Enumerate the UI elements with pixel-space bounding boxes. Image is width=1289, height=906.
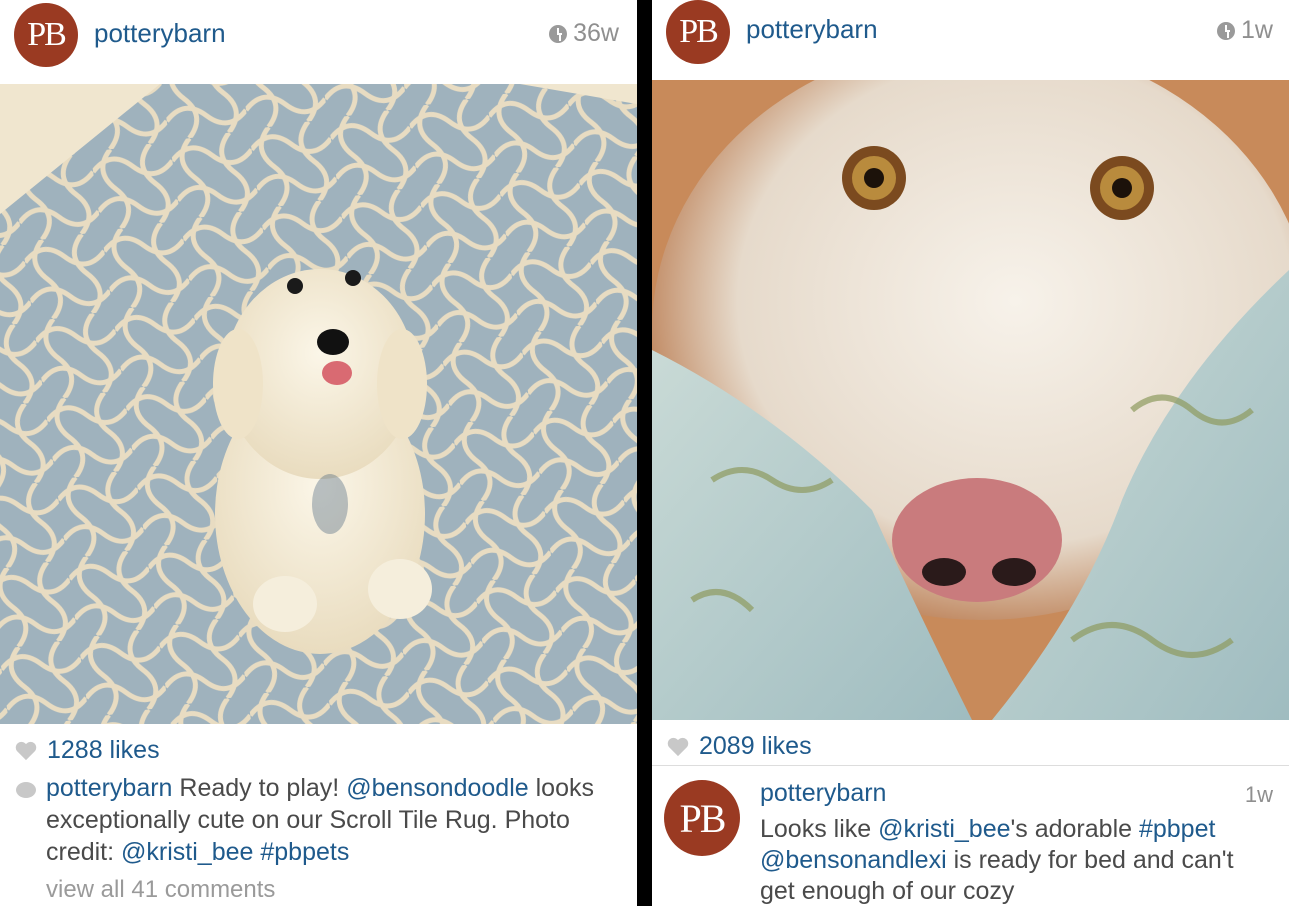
mention-link[interactable]: @kristi_bee	[878, 815, 1010, 843]
post-timestamp: 1w	[1217, 16, 1273, 45]
caption-username[interactable]: potterybarn	[46, 774, 172, 802]
post-2: PB potterybarn 1w 2089 likes PB potteryb…	[652, 0, 1289, 906]
post-header: PB potterybarn 36w	[0, 0, 637, 80]
mention-link[interactable]: @bensondoodle	[346, 774, 528, 802]
post-header: PB potterybarn 1w	[652, 0, 1289, 80]
comment-text-part: 's adorable	[1010, 815, 1139, 843]
post-photo[interactable]	[652, 80, 1289, 720]
likes-row: 2089 likes	[667, 732, 812, 761]
comment-text: Looks like @kristi_bee's adorable #pbpet…	[760, 814, 1260, 906]
heart-icon[interactable]	[667, 737, 689, 757]
post-1: PB potterybarn 36w 1288 likes potterybar…	[0, 0, 637, 906]
view-all-comments-link[interactable]: view all 41 comments	[46, 876, 275, 904]
time-label: 36w	[573, 19, 619, 47]
time-label: 1w	[1241, 16, 1273, 44]
mention-link[interactable]: @bensonandlexi	[760, 846, 947, 874]
likes-row: 1288 likes	[15, 736, 160, 765]
post-caption: potterybarn Ready to play! @bensondoodle…	[46, 772, 621, 868]
caption-text: Ready to play!	[172, 774, 347, 802]
divider	[652, 765, 1289, 766]
clock-icon	[549, 24, 568, 43]
post-timestamp: 36w	[549, 19, 619, 48]
comment-username[interactable]: potterybarn	[760, 779, 886, 808]
hashtag-link[interactable]: #pbpet	[1139, 815, 1215, 843]
hashtag-link[interactable]: #pbpets	[260, 838, 349, 866]
comment-text-part: Looks like	[760, 815, 879, 843]
comment-timestamp: 1w	[1244, 782, 1273, 807]
post-photo[interactable]	[0, 84, 637, 724]
comment-icon	[16, 782, 36, 798]
username-link[interactable]: potterybarn	[746, 14, 878, 45]
likes-count[interactable]: 2089 likes	[699, 732, 812, 761]
username-link[interactable]: potterybarn	[94, 18, 226, 49]
avatar[interactable]: PB	[14, 3, 78, 67]
comment-avatar[interactable]: PB	[664, 780, 740, 856]
likes-count[interactable]: 1288 likes	[47, 736, 160, 765]
avatar[interactable]: PB	[666, 0, 730, 64]
mention-link[interactable]: @kristi_bee	[121, 838, 253, 866]
clock-icon	[1217, 21, 1236, 40]
heart-icon[interactable]	[15, 741, 37, 761]
